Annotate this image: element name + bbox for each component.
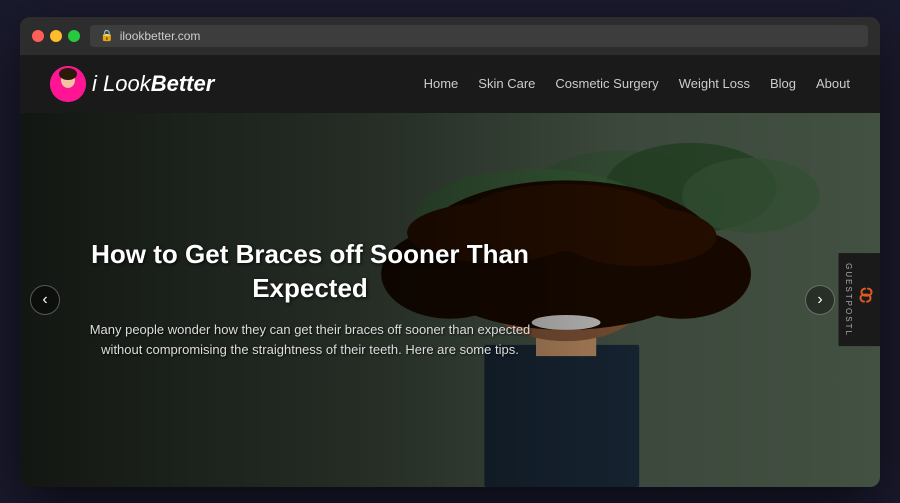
logo-icon: [50, 66, 86, 102]
nav-link-about[interactable]: About: [816, 76, 850, 91]
logo-text: i LookBetter: [92, 71, 214, 97]
nav-links: Home Skin Care Cosmetic Surgery Weight L…: [424, 76, 850, 91]
address-bar[interactable]: 🔒 ilookbetter.com: [90, 25, 868, 47]
carousel-next-button[interactable]: ›: [805, 285, 835, 315]
traffic-lights: [32, 30, 80, 42]
lock-icon: 🔒: [100, 29, 114, 42]
logo-text-part2: Better: [151, 71, 215, 96]
nav-link-home[interactable]: Home: [424, 76, 459, 91]
hero-description: Many people wonder how they can get thei…: [80, 320, 540, 362]
url-text: ilookbetter.com: [120, 29, 201, 43]
browser-chrome: 🔒 ilookbetter.com: [20, 17, 880, 55]
hero-section: How to Get Braces off Sooner Than Expect…: [20, 113, 880, 487]
minimize-button[interactable]: [50, 30, 62, 42]
nav-link-weight-loss[interactable]: Weight Loss: [679, 76, 750, 91]
maximize-button[interactable]: [68, 30, 80, 42]
carousel-prev-button[interactable]: ‹: [30, 285, 60, 315]
close-button[interactable]: [32, 30, 44, 42]
website-content: i LookBetter Home Skin Care Cosmetic Sur…: [20, 55, 880, 487]
hero-title: How to Get Braces off Sooner Than Expect…: [80, 238, 540, 306]
hero-content: How to Get Braces off Sooner Than Expect…: [20, 238, 600, 361]
guestpost-badge[interactable]: GUESTPOSTL: [838, 253, 880, 347]
navbar: i LookBetter Home Skin Care Cosmetic Sur…: [20, 55, 880, 113]
logo-text-part1: i Look: [92, 71, 151, 96]
nav-link-skin-care[interactable]: Skin Care: [478, 76, 535, 91]
nav-link-cosmetic-surgery[interactable]: Cosmetic Surgery: [555, 76, 658, 91]
browser-window: 🔒 ilookbetter.com i Loo: [20, 17, 880, 487]
guestpost-icon: [857, 284, 875, 311]
guestpost-label: GUESTPOSTL: [844, 263, 853, 337]
nav-link-blog[interactable]: Blog: [770, 76, 796, 91]
logo-area: i LookBetter: [50, 66, 214, 102]
